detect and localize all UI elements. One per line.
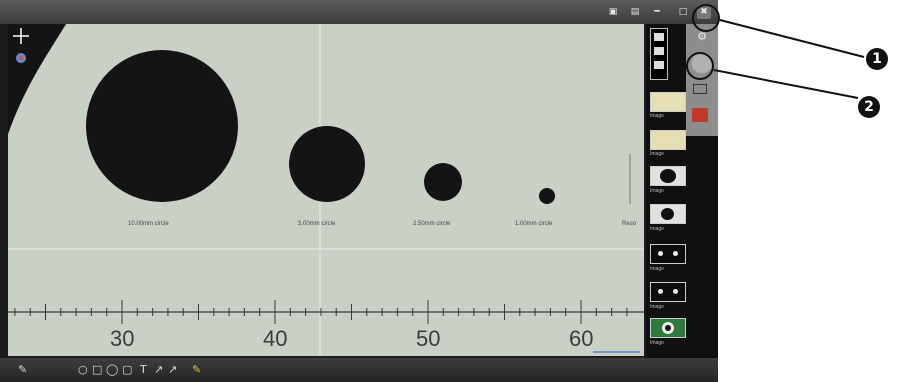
callout-badge-two: 2 (858, 96, 880, 118)
callout-lines (713, 19, 865, 99)
callout-line-one (719, 19, 865, 58)
highlight-ring-capture (686, 52, 714, 80)
highlight-ring-settings (692, 4, 720, 32)
callout-line-two (713, 69, 859, 99)
callout-badge-one: 1 (866, 48, 888, 70)
